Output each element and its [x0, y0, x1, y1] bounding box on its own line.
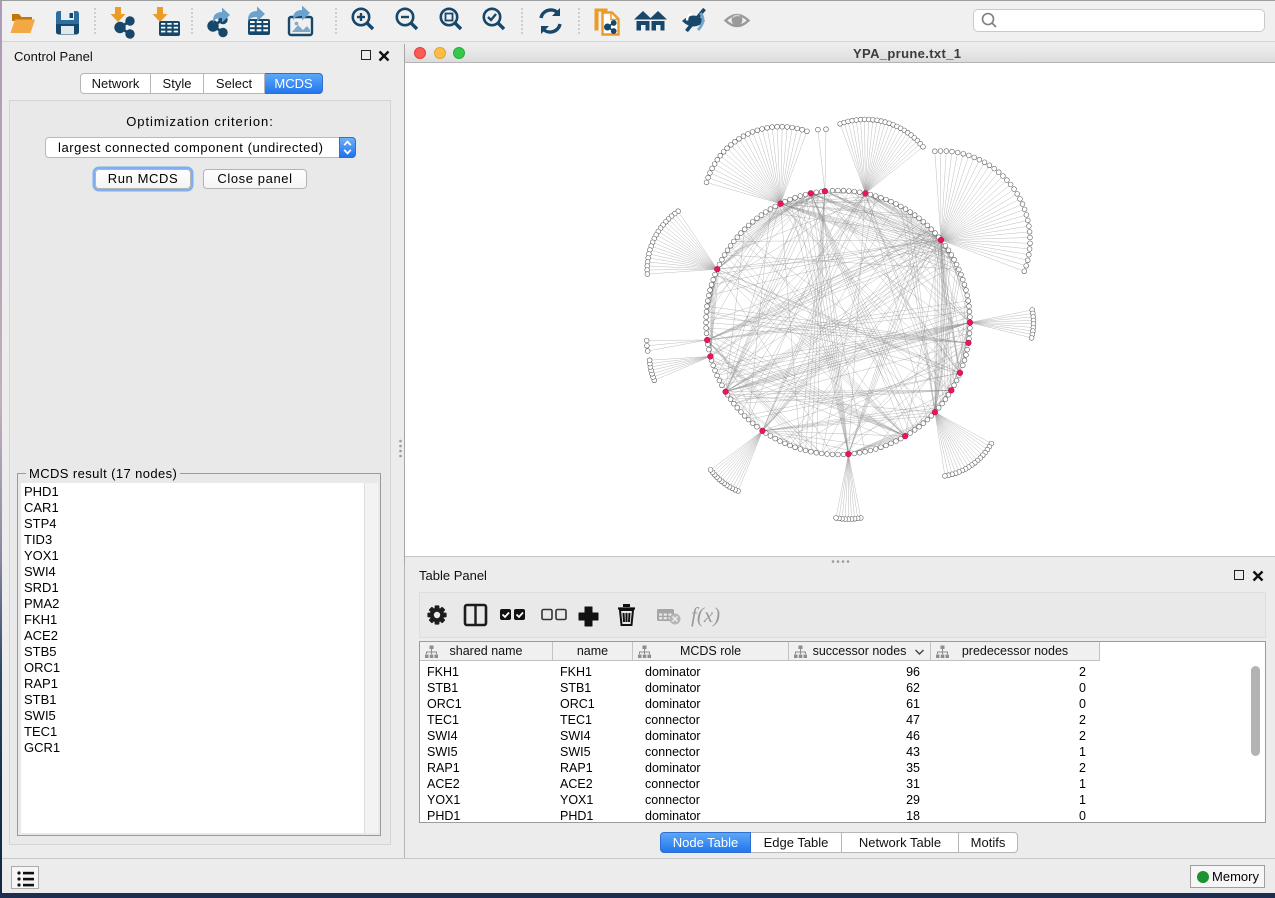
svg-text:f(x): f(x)	[691, 603, 720, 627]
